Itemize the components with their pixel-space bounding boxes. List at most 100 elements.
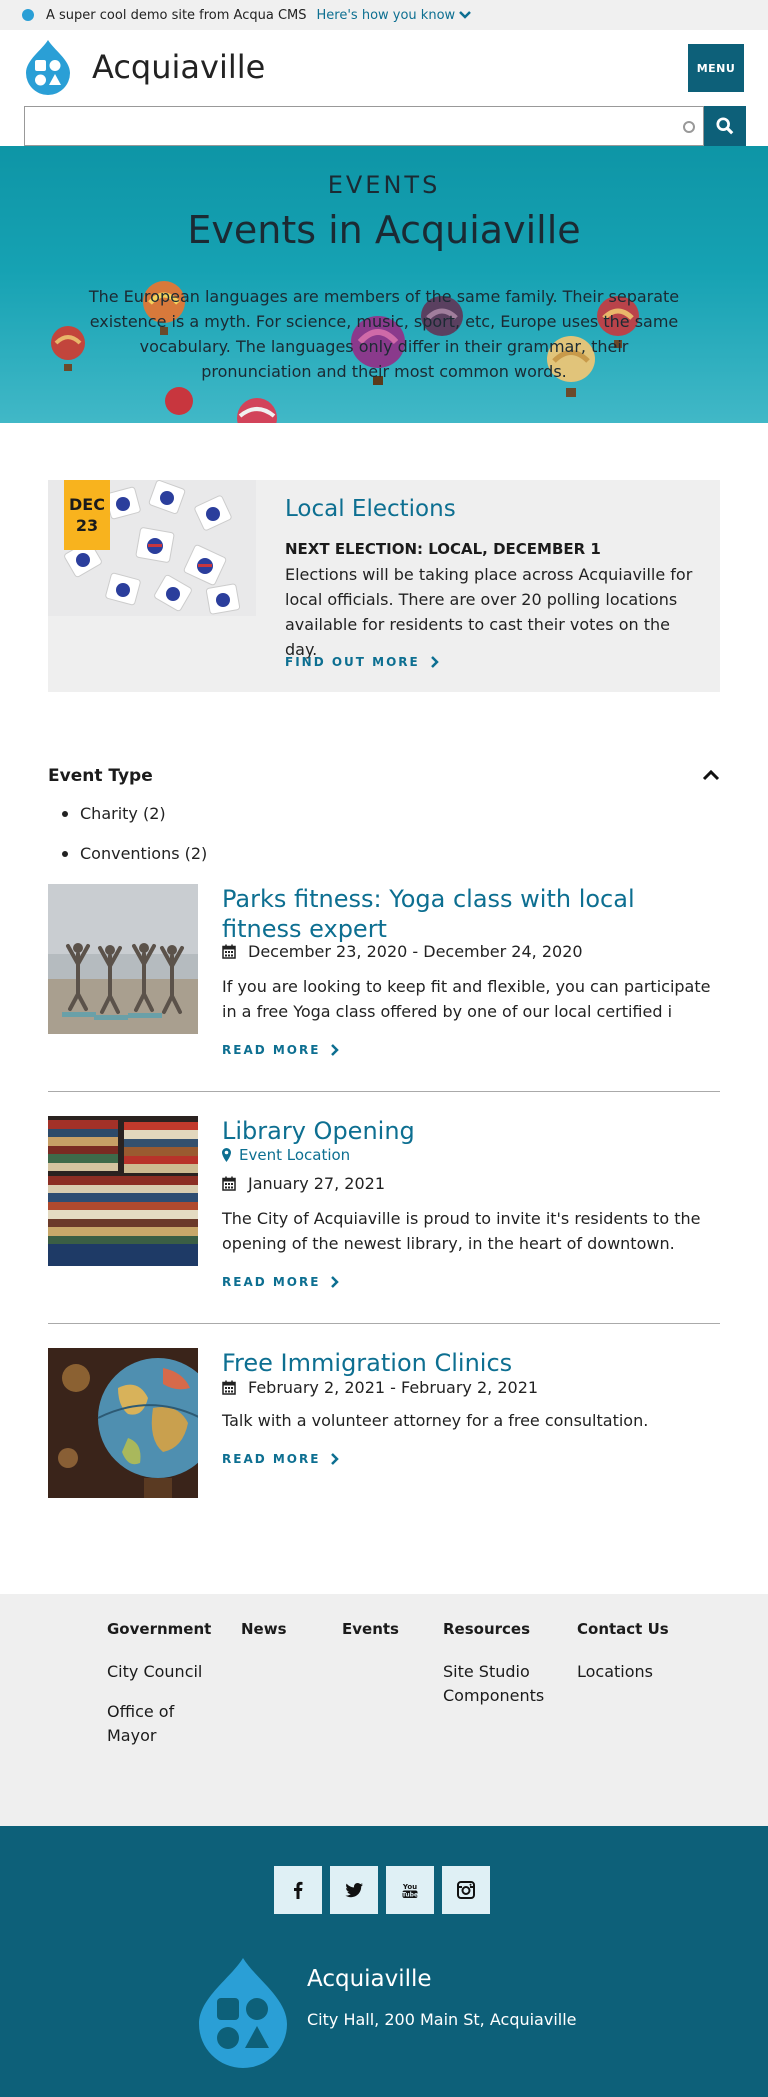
event-date-text: December 23, 2020 - December 24, 2020 [248,942,583,961]
site-banner: A super cool demo site from Acqua CMS He… [0,0,768,30]
facet-item-conventions[interactable]: Conventions (2) [61,844,207,884]
featured-event-title[interactable]: Local Elections [285,496,456,522]
calendar-icon [222,1176,236,1191]
footer-address: City Hall, 200 Main St, Acquiaville [307,2010,577,2029]
calendar-icon [222,1380,236,1395]
map-marker-icon [222,1148,231,1162]
event-type-facet-list: Charity (2) Conventions (2) [61,804,207,884]
footer-link-site-studio-components[interactable]: Site Studio Components [443,1660,544,1708]
social-links: You Tube [274,1866,490,1914]
banner-text: A super cool demo site from Acqua CMS [46,7,307,23]
site-name[interactable]: Acquiaville [92,48,265,86]
read-more-label[interactable]: READ MORE [222,1275,320,1289]
event-date-text: February 2, 2021 - February 2, 2021 [248,1378,539,1397]
acquia-logo-icon[interactable] [24,38,72,96]
footer-column-events: Events [342,1620,399,1660]
site-header: Acquiaville MENU [0,30,768,146]
event-date-badge: DEC 23 [64,480,110,550]
footer-site-name[interactable]: Acquiaville [307,1966,432,1992]
event-teaser: Free Immigration Clinics February 2, 202… [48,1348,720,1508]
footer-heading[interactable]: Events [342,1620,399,1638]
footer-column-resources: Resources Site Studio Components [443,1620,544,1724]
footer-column-contact: Contact Us Locations [577,1620,697,1700]
footer-heading[interactable]: Resources [443,1620,543,1638]
how-you-know-toggle[interactable]: Here's how you know [317,8,472,23]
event-thumbnail[interactable] [48,1116,198,1266]
youtube-icon: YouTube [402,1883,418,1899]
balloon-icon [51,326,85,371]
twitter-icon [345,1883,363,1898]
event-title[interactable]: Free Immigration Clinics [222,1348,712,1378]
search-form [24,106,746,146]
site-footer: You Tube Acquiaville City Hall, 200 Main … [0,1826,768,2097]
date-day: 23 [75,516,99,535]
hero-description: The European languages are members of th… [88,287,680,381]
youtube-link[interactable]: You Tube [386,1866,434,1914]
read-more-label[interactable]: READ MORE [222,1452,320,1466]
read-more-link[interactable]: READ MORE [222,1452,340,1466]
instagram-icon [457,1881,475,1899]
how-you-know-label[interactable]: Here's how you know [317,8,456,23]
chevron-right-icon [331,1453,340,1465]
loading-icon [683,121,695,133]
facebook-icon [294,1881,303,1899]
drop-icon [22,9,34,21]
twitter-link[interactable] [330,1866,378,1914]
footer-heading[interactable]: Contact Us [577,1620,697,1638]
search-button[interactable] [704,106,746,146]
event-date: February 2, 2021 - February 2, 2021 [222,1378,538,1397]
event-location[interactable]: Event Location [222,1146,350,1164]
site-brand[interactable]: Acquiaville [24,38,265,96]
event-date-text: January 27, 2021 [248,1174,385,1193]
footer-link-office-of-mayor[interactable]: Office of Mayor [107,1700,187,1748]
footer-column-news: News [241,1620,287,1660]
read-more-label[interactable]: READ MORE [222,1043,320,1057]
event-date: January 27, 2021 [222,1174,385,1193]
find-out-more-link[interactable]: FIND OUT MORE [285,655,440,669]
hero-eyebrow: EVENTS [327,171,441,199]
page-title: Events in Acquiaville [187,208,581,252]
divider [48,1091,720,1092]
search-input[interactable] [24,106,704,146]
featured-event-description: Elections will be taking place across Ac… [285,565,693,659]
read-more-link[interactable]: READ MORE [222,1275,340,1289]
footer-heading[interactable]: News [241,1620,287,1638]
globe-image [48,1348,198,1498]
yoga-class-image [48,884,198,1034]
date-month: DEC [69,495,105,514]
event-thumbnail[interactable] [48,884,198,1034]
facebook-link[interactable] [274,1866,322,1914]
menu-button[interactable]: MENU [688,44,744,92]
featured-event-subtitle: NEXT ELECTION: LOCAL, DECEMBER 1 [285,540,601,558]
acquia-logo-icon[interactable] [194,1954,292,2070]
event-teaser: Parks fitness: Yoga class with local fit… [48,884,720,1057]
footer-link-city-council[interactable]: City Council [107,1660,227,1684]
featured-event-card: DEC 23 Local Elections NEXT ELECTION: LO… [48,480,720,692]
event-date: December 23, 2020 - December 24, 2020 [222,942,583,961]
event-description: If you are looking to keep fit and flexi… [222,977,711,1021]
footer-heading[interactable]: Government [107,1620,227,1638]
hero-banner: EVENTS Events in Acquiaville The Europea… [0,146,768,423]
footer-navigation: Government City Council Office of Mayor … [0,1594,768,1826]
divider [48,1323,720,1324]
event-thumbnail[interactable] [48,1348,198,1498]
event-teaser: Library Opening Event Location January 2… [48,1116,720,1289]
chevron-right-icon [331,1276,340,1288]
footer-link-locations[interactable]: Locations [577,1660,697,1684]
svg-text:Tube: Tube [402,1892,418,1899]
find-out-more-label[interactable]: FIND OUT MORE [285,655,420,669]
balloon-icon [165,387,193,415]
footer-column-government: Government City Council Office of Mayor [107,1620,227,1764]
chevron-up-icon[interactable] [702,768,720,782]
read-more-link[interactable]: READ MORE [222,1043,340,1057]
event-title[interactable]: Library Opening [222,1116,712,1146]
event-type-facet-title[interactable]: Event Type [48,766,153,786]
event-title[interactable]: Parks fitness: Yoga class with local fit… [222,884,712,944]
chevron-down-icon [459,11,472,19]
event-location-text[interactable]: Event Location [239,1146,350,1164]
svg-text:You: You [402,1883,417,1891]
chevron-right-icon [331,1044,340,1056]
instagram-link[interactable] [442,1866,490,1914]
event-description: The City of Acquiaville is proud to invi… [222,1209,701,1253]
facet-item-charity[interactable]: Charity (2) [61,804,207,844]
